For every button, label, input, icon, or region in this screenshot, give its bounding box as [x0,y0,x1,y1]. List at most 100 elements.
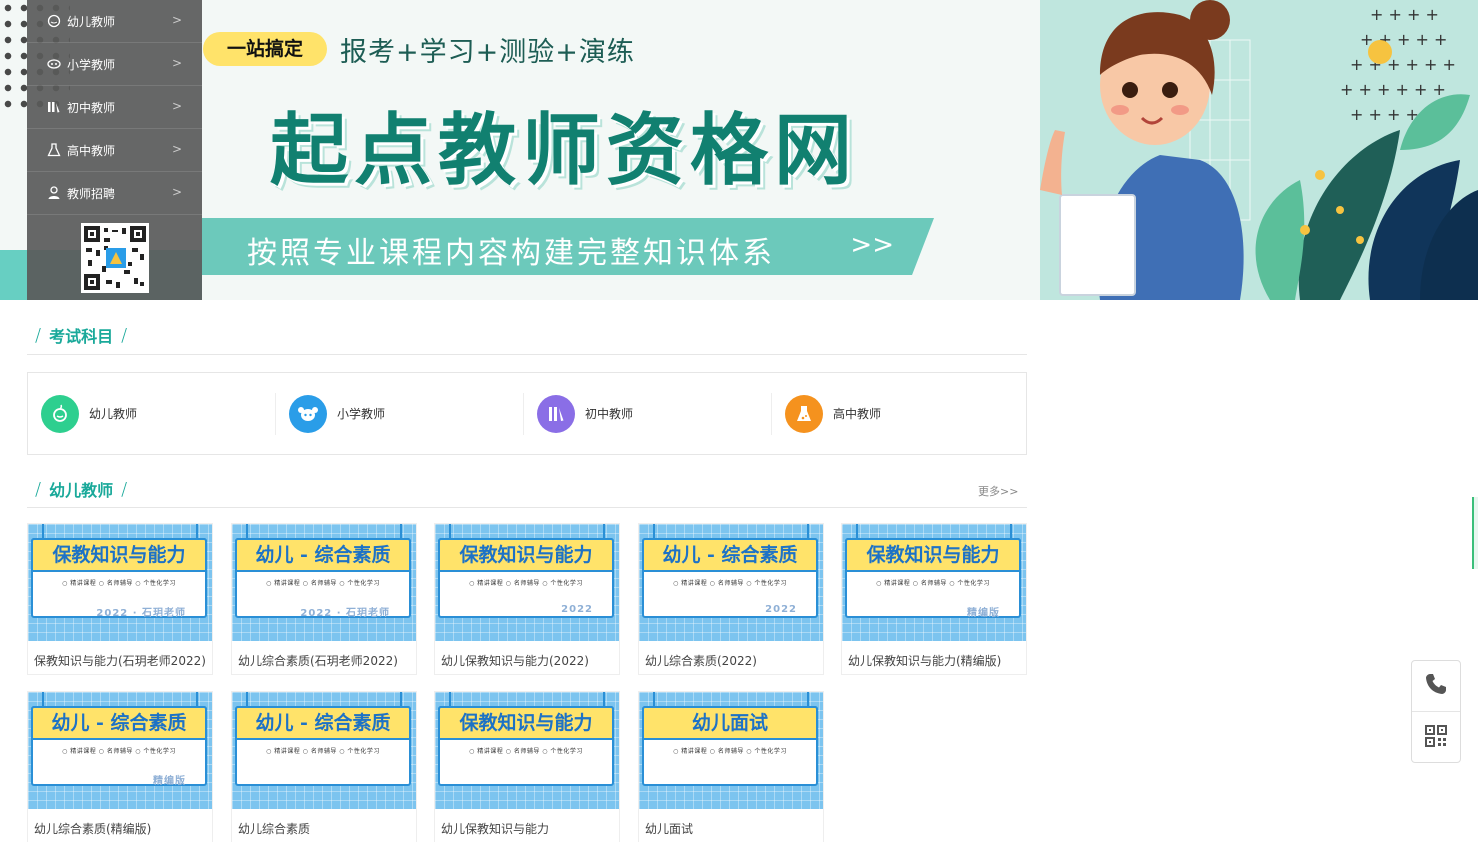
qrcode-image [81,223,149,293]
course-caption[interactable]: 幼儿综合素质(2022) [645,652,757,669]
subject-label: 初中教师 [585,407,634,421]
cover-tags: ○ 精讲课程 ○ 名师辅导 ○ 个性化学习 [62,580,176,587]
phone-button[interactable] [1412,661,1460,712]
qrcode-icon [1424,724,1448,752]
section-divider [27,354,1027,355]
course-card[interactable]: 幼儿 - 综合素质 ○ 精讲课程 ○ 名师辅导 ○ 个性化学习精编版幼儿综合素质(… [27,691,213,842]
books-icon [47,100,61,114]
child-icon [289,394,327,433]
course-card[interactable]: 保教知识与能力 ○ 精讲课程 ○ 名师辅导 ○ 个性化学习 2022 幼儿保教知识与能… [434,523,620,675]
course-caption[interactable]: 幼儿综合素质(精编版) [34,820,151,837]
sidenav-item-label: 高中教师 [67,143,116,158]
cover-title: 幼儿 - 综合素质 [642,538,818,572]
cover-tags: ○ 精讲课程 ○ 名师辅导 ○ 个性化学习 [469,580,583,587]
sidenav-item-label: 教师招聘 [67,186,116,201]
flask-icon [47,143,61,157]
flask-icon [785,394,823,433]
cover-title: 幼儿 - 综合素质 [31,706,207,740]
svg-text:+ + + + + +: + + + + + + [1340,80,1446,99]
user-tie-icon [47,186,61,200]
qrcode-button[interactable] [1412,712,1460,763]
cover-year: 精编版 [967,608,1000,619]
cover-tags: ○ 精讲课程 ○ 名师辅导 ○ 个性化学习 [62,748,176,755]
exam-section-label: 考试科目 [49,327,114,346]
subject-kindergarten[interactable]: 幼儿教师 [28,373,276,454]
cover-tags: ○ 精讲课程 ○ 名师辅导 ○ 个性化学习 [266,748,380,755]
svg-text:+ + + +: + + + + [1370,5,1439,24]
side-nav: 幼儿教师 > 小学教师 > 初中教师 > 高中教师 > 教师招聘 > [27,0,202,300]
course-cover: 幼儿 - 综合素质 ○ 精讲课程 ○ 名师辅导 ○ 个性化学习 [232,692,416,809]
chevron-right-icon: > [171,99,182,113]
chevron-right-icon: > [171,56,182,70]
subject-label: 高中教师 [833,407,882,421]
cover-tags: ○ 精讲课程 ○ 名师辅导 ○ 个性化学习 [469,748,583,755]
sidenav-item-label: 初中教师 [67,100,116,115]
sidenav-item-kindergarten[interactable]: 幼儿教师 > [27,0,202,43]
cover-year: 2022 · 石玥老师 [300,608,390,619]
slash-icon: / [121,478,128,500]
sidenav-item-primary[interactable]: 小学教师 > [27,43,202,86]
float-toolbar [1411,660,1461,763]
cover-title: 保教知识与能力 [845,538,1021,572]
chevron-right-icon: > [171,142,182,156]
cover-year: 2022 [765,604,797,615]
course-card[interactable]: 幼儿 - 综合素质 ○ 精讲课程 ○ 名师辅导 ○ 个性化学习 2022 · 石玥老… [231,523,417,675]
cover-year: 2022 [561,604,593,615]
sidenav-item-label: 小学教师 [67,57,116,72]
child-icon [47,57,61,71]
course-cover: 幼儿 - 综合素质 ○ 精讲课程 ○ 名师辅导 ○ 个性化学习精编版 [28,692,212,809]
course-cover: 保教知识与能力 ○ 精讲课程 ○ 名师辅导 ○ 个性化学习 [435,692,619,809]
cover-tags: ○ 精讲课程 ○ 名师辅导 ○ 个性化学习 [673,580,787,587]
more-link[interactable]: 更多>> [978,483,1018,499]
subject-primary[interactable]: 小学教师 [276,373,524,454]
slash-icon: / [121,324,128,346]
course-cover: 保教知识与能力 ○ 精讲课程 ○ 名师辅导 ○ 个性化学习 2022 · 石玥老师 [28,524,212,641]
course-card[interactable]: 保教知识与能力 ○ 精讲课程 ○ 名师辅导 ○ 个性化学习幼儿保教知识与能力 [434,691,620,842]
course-card[interactable]: 保教知识与能力 ○ 精讲课程 ○ 名师辅导 ○ 个性化学习 2022 · 石玥老师保… [27,523,213,675]
banner-bar: 按照专业课程内容构建完整知识体系 >> [202,218,934,275]
cover-year: 2022 · 石玥老师 [96,608,186,619]
phone-icon [1424,672,1448,700]
baby-icon [41,394,79,433]
cover-tags: ○ 精讲课程 ○ 名师辅导 ○ 个性化学习 [266,580,380,587]
course-card[interactable]: 保教知识与能力 ○ 精讲课程 ○ 名师辅导 ○ 个性化学习精编版幼儿保教知识与能力… [841,523,1027,675]
course-card[interactable]: 幼儿面试 ○ 精讲课程 ○ 名师辅导 ○ 个性化学习 幼儿面试 [638,691,824,842]
course-card[interactable]: 幼儿 - 综合素质 ○ 精讲课程 ○ 名师辅导 ○ 个性化学习幼儿综合素质 [231,691,417,842]
sidenav-item-middle[interactable]: 初中教师 > [27,86,202,129]
course-cover: 保教知识与能力 ○ 精讲课程 ○ 名师辅导 ○ 个性化学习精编版 [842,524,1026,641]
exam-section-title: / 考试科目 / [27,320,135,350]
course-caption[interactable]: 幼儿面试 [645,820,693,837]
course-caption[interactable]: 幼儿综合素质 [238,820,310,837]
course-caption[interactable]: 幼儿保教知识与能力(2022) [441,652,589,669]
chevron-right-icon: > [171,185,182,199]
cover-title: 保教知识与能力 [31,538,207,572]
edge-tab[interactable] [1472,497,1478,569]
cover-title: 幼儿 - 综合素质 [235,538,411,572]
sidenav-item-high[interactable]: 高中教师 > [27,129,202,172]
svg-text:+ + + + + +: + + + + + + [1350,55,1456,74]
slash-icon: / [35,478,42,500]
slash-icon: / [35,324,42,346]
cover-tags: ○ 精讲课程 ○ 名师辅导 ○ 个性化学习 [673,748,787,755]
sidenav-item-recruit[interactable]: 教师招聘 > [27,172,202,215]
cover-title: 幼儿 - 综合素质 [235,706,411,740]
cover-tags: ○ 精讲课程 ○ 名师辅导 ○ 个性化学习 [876,580,990,587]
page-root: 一站搞定 报考+学习+测验+演练 起点教师资格网 按照专业课程内容构建完整知识体… [0,0,1478,842]
course-card[interactable]: 幼儿 - 综合素质 ○ 精讲课程 ○ 名师辅导 ○ 个性化学习 2022 幼儿综合素质… [638,523,824,675]
chevron-right-icon: > [171,13,182,27]
cover-title: 保教知识与能力 [438,538,614,572]
subjects-box: 幼儿教师 小学教师 初中教师 高中教师 [27,372,1027,455]
cover-title: 保教知识与能力 [438,706,614,740]
course-caption[interactable]: 保教知识与能力(石玥老师2022) [34,652,206,669]
subject-high[interactable]: 高中教师 [772,373,1020,454]
banner-tag: 一站搞定 [203,32,327,66]
subject-middle[interactable]: 初中教师 [524,373,772,454]
baby-icon [47,14,61,28]
banner-title: 起点教师资格网 [270,105,859,196]
course-caption[interactable]: 幼儿综合素质(石玥老师2022) [238,652,398,669]
cover-year: 精编版 [153,776,186,787]
subject-label: 幼儿教师 [89,407,138,421]
hero-banner[interactable]: 一站搞定 报考+学习+测验+演练 起点教师资格网 按照专业课程内容构建完整知识体… [0,0,1478,300]
course-caption[interactable]: 幼儿保教知识与能力 [441,820,549,837]
course-caption[interactable]: 幼儿保教知识与能力(精编版) [848,652,1001,669]
